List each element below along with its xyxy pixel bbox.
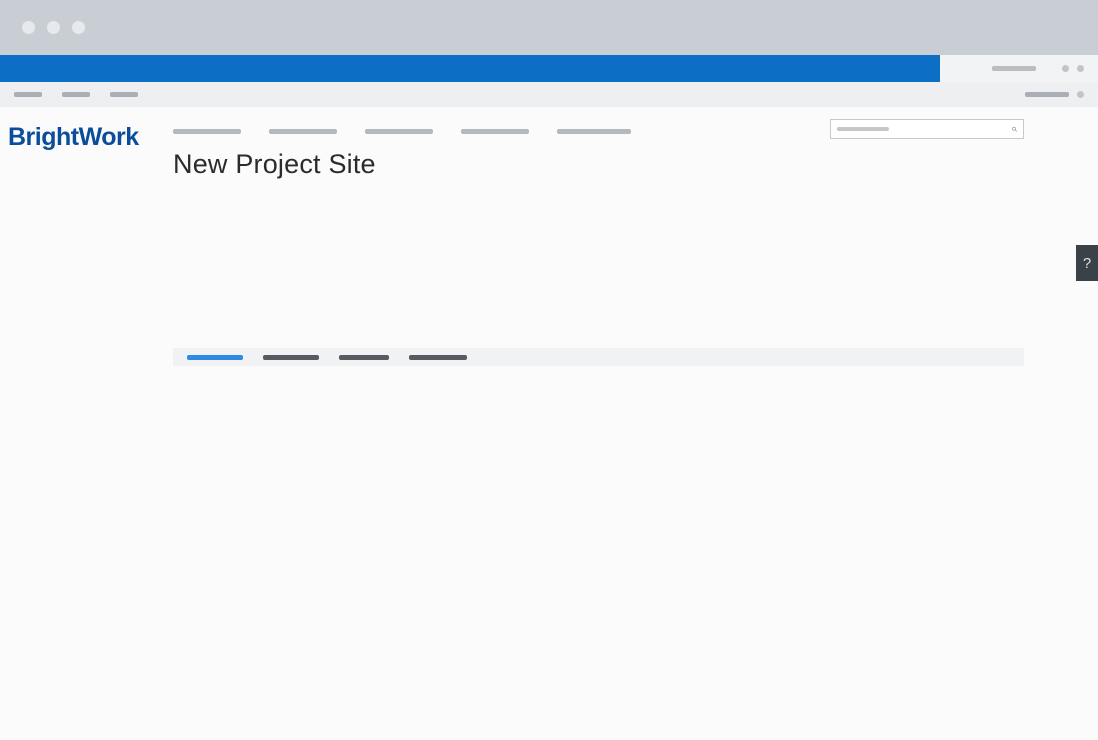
main-column: ⌕ New Project Site bbox=[173, 117, 1098, 366]
browser-title-bar bbox=[0, 0, 1098, 55]
search-input[interactable]: ⌕ bbox=[830, 119, 1024, 139]
ribbon-action-icon[interactable] bbox=[1077, 91, 1084, 98]
logo-column: BrightWork bbox=[8, 117, 173, 366]
suite-action-icon[interactable] bbox=[1077, 65, 1084, 72]
suite-link-placeholder[interactable] bbox=[992, 66, 1036, 71]
nav-link-placeholder[interactable] bbox=[173, 129, 241, 134]
window-control-dot[interactable] bbox=[47, 21, 60, 34]
page-title: New Project Site bbox=[173, 149, 1024, 180]
window-control-dot[interactable] bbox=[72, 21, 85, 34]
suite-bar-right bbox=[940, 55, 1098, 82]
help-icon: ? bbox=[1083, 255, 1091, 272]
nav-link-placeholder[interactable] bbox=[557, 129, 631, 134]
content-tab-active[interactable] bbox=[187, 355, 243, 360]
content-tab[interactable] bbox=[263, 355, 319, 360]
content-tab[interactable] bbox=[339, 355, 389, 360]
ribbon-bar bbox=[0, 82, 1098, 107]
content-area: BrightWork ⌕ New Project Site bbox=[0, 107, 1098, 366]
ribbon-action-placeholder[interactable] bbox=[1025, 92, 1069, 97]
help-tab[interactable]: ? bbox=[1076, 245, 1098, 281]
content-tab[interactable] bbox=[409, 355, 467, 360]
nav-link-placeholder[interactable] bbox=[365, 129, 433, 134]
nav-link-placeholder[interactable] bbox=[269, 129, 337, 134]
top-nav-row: ⌕ bbox=[173, 117, 1024, 141]
top-nav-links bbox=[173, 125, 631, 134]
nav-link-placeholder[interactable] bbox=[461, 129, 529, 134]
suite-bar-row bbox=[0, 55, 1098, 82]
content-tabs-bar bbox=[173, 348, 1024, 366]
ribbon-right-group bbox=[1025, 91, 1084, 98]
window-control-dot[interactable] bbox=[22, 21, 35, 34]
suite-bar bbox=[0, 55, 940, 82]
site-logo[interactable]: BrightWork bbox=[8, 123, 173, 152]
ribbon-left-group bbox=[14, 92, 138, 97]
search-icon[interactable]: ⌕ bbox=[1011, 123, 1017, 136]
suite-action-icon[interactable] bbox=[1062, 65, 1069, 72]
ribbon-tab-placeholder[interactable] bbox=[110, 92, 138, 97]
ribbon-tab-placeholder[interactable] bbox=[14, 92, 42, 97]
search-placeholder-text bbox=[837, 127, 889, 131]
ribbon-tab-placeholder[interactable] bbox=[62, 92, 90, 97]
